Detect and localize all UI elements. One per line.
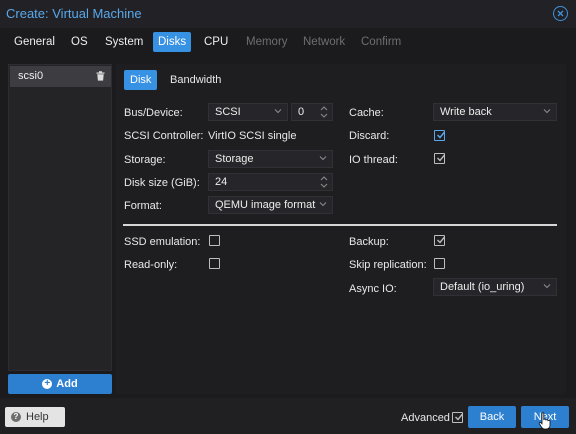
chevron-down-icon bbox=[319, 156, 327, 161]
chevron-down-icon bbox=[319, 202, 327, 207]
help-label: Help bbox=[26, 411, 49, 423]
advanced-checkbox[interactable] bbox=[452, 412, 464, 423]
format-select[interactable]: QEMU image format bbox=[208, 196, 333, 214]
discard-label: Discard: bbox=[349, 130, 390, 142]
back-button[interactable]: Back bbox=[468, 406, 516, 428]
spinner-arrows-icon[interactable] bbox=[320, 105, 328, 119]
add-disk-button[interactable]: + Add bbox=[8, 374, 112, 394]
cache-label: Cache: bbox=[349, 107, 384, 119]
chevron-down-icon bbox=[274, 109, 282, 114]
tab-cpu[interactable]: CPU bbox=[199, 32, 233, 52]
skip-replication-label: Skip replication: bbox=[349, 259, 427, 271]
subtab-bandwidth[interactable]: Bandwidth bbox=[164, 70, 227, 90]
tab-network: Network bbox=[303, 36, 346, 48]
read-only-checkbox[interactable] bbox=[209, 258, 220, 269]
help-button[interactable]: ? Help bbox=[5, 407, 65, 427]
disk-list: scsi0 bbox=[8, 64, 112, 371]
spinner-arrows-icon[interactable] bbox=[320, 175, 328, 189]
tab-confirm: Confirm bbox=[361, 36, 402, 48]
wizard-tabs: General OS System Disks CPU Memory Netwo… bbox=[0, 28, 576, 58]
hand-cursor-icon bbox=[538, 412, 551, 430]
storage-select[interactable]: Storage bbox=[208, 150, 333, 168]
plus-icon: + bbox=[42, 379, 53, 389]
format-label: Format: bbox=[124, 200, 162, 212]
chevron-down-icon bbox=[543, 109, 551, 114]
discard-checkbox[interactable] bbox=[434, 130, 446, 141]
disk-size-input[interactable]: 24 bbox=[208, 173, 333, 191]
tab-os[interactable]: OS bbox=[66, 32, 93, 52]
skip-replication-checkbox[interactable] bbox=[434, 258, 445, 269]
async-io-select[interactable]: Default (io_uring) bbox=[433, 278, 557, 296]
device-number-input[interactable]: 0 bbox=[291, 103, 333, 121]
advanced-separator bbox=[123, 224, 557, 226]
advanced-label: Advanced bbox=[401, 412, 450, 424]
bus-select[interactable]: SCSI bbox=[208, 103, 288, 121]
tab-system[interactable]: System bbox=[100, 32, 148, 52]
scsi-controller-value: VirtIO SCSI single bbox=[208, 130, 297, 142]
storage-value: Storage bbox=[215, 153, 254, 165]
disk-size-value: 24 bbox=[215, 176, 228, 188]
checkmark-icon bbox=[437, 154, 446, 162]
tab-memory: Memory bbox=[246, 36, 288, 48]
cache-select[interactable]: Write back bbox=[433, 103, 557, 121]
tab-disks[interactable]: Disks bbox=[153, 32, 192, 52]
format-value: QEMU image format bbox=[215, 199, 316, 211]
io-thread-checkbox[interactable] bbox=[434, 153, 446, 164]
cache-value: Write back bbox=[440, 106, 492, 118]
disk-list-item-label: scsi0 bbox=[18, 70, 44, 82]
add-disk-label: Add bbox=[56, 378, 78, 390]
close-button[interactable] bbox=[553, 6, 568, 21]
subtab-disk[interactable]: Disk bbox=[124, 70, 158, 90]
checkmark-icon bbox=[455, 413, 464, 421]
ssd-emulation-label: SSD emulation: bbox=[124, 236, 201, 248]
backup-label: Backup: bbox=[349, 236, 389, 248]
read-only-label: Read-only: bbox=[124, 259, 178, 271]
bus-device-label: Bus/Device: bbox=[124, 107, 183, 119]
checkmark-icon bbox=[436, 131, 446, 139]
io-thread-label: IO thread: bbox=[349, 154, 398, 166]
async-io-value: Default (io_uring) bbox=[440, 281, 525, 293]
close-icon bbox=[557, 10, 564, 17]
storage-label: Storage: bbox=[124, 154, 166, 166]
trash-icon[interactable] bbox=[96, 71, 105, 81]
window-title: Create: Virtual Machine bbox=[6, 6, 142, 21]
scsi-controller-label: SCSI Controller: bbox=[124, 130, 204, 142]
device-number-value: 0 bbox=[298, 106, 305, 118]
chevron-down-icon bbox=[543, 284, 551, 289]
bus-value: SCSI bbox=[215, 106, 241, 118]
async-io-label: Async IO: bbox=[349, 283, 397, 295]
disk-size-label: Disk size (GiB): bbox=[124, 177, 200, 189]
ssd-emulation-checkbox[interactable] bbox=[209, 235, 220, 246]
question-icon: ? bbox=[11, 412, 21, 422]
disk-list-item[interactable]: scsi0 bbox=[10, 66, 111, 87]
backup-checkbox[interactable] bbox=[434, 235, 446, 246]
tab-general[interactable]: General bbox=[9, 32, 60, 52]
checkmark-icon bbox=[437, 236, 446, 244]
